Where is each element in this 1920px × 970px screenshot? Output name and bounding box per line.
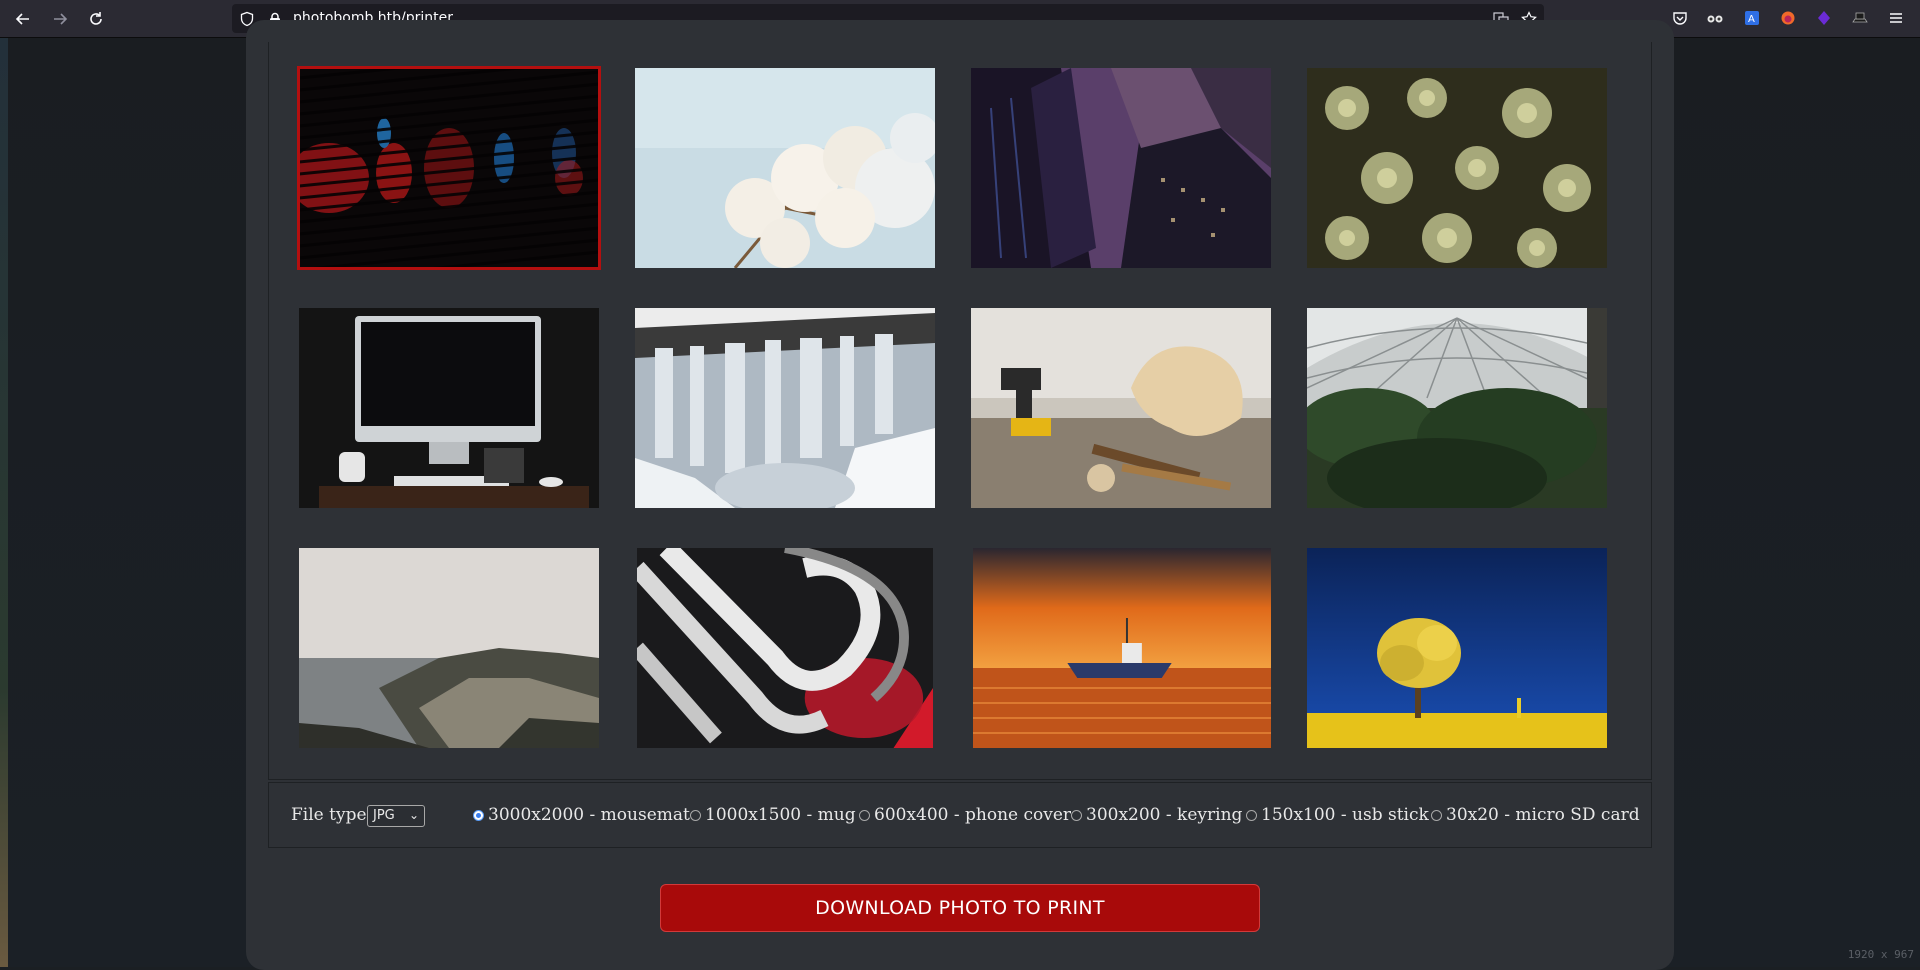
photo-succulents[interactable]: [1307, 68, 1607, 268]
size-label-usb-stick: 150x100 - usb stick: [1261, 805, 1429, 825]
file-type-value: JPG: [373, 808, 395, 823]
photo-red-neon-blinds[interactable]: [297, 66, 601, 270]
pocket-icon[interactable]: [1670, 8, 1690, 28]
extension-translate-icon[interactable]: A: [1742, 8, 1762, 28]
extension-glasses-icon[interactable]: [1705, 8, 1725, 28]
photo-skyscrapers[interactable]: [971, 68, 1271, 268]
size-label-phone-cover: 600x400 - phone cover: [874, 805, 1072, 825]
extension-hat-icon[interactable]: [1850, 8, 1870, 28]
print-options-bar: File type JPG ⌄ 3000x2000 - mousemat 100…: [268, 782, 1652, 848]
file-type-label: File type: [291, 805, 367, 825]
size-option-keyring[interactable]: 300x200 - keyring: [1071, 805, 1242, 825]
size-radio-micro-sd[interactable]: [1431, 809, 1442, 821]
forward-icon[interactable]: [48, 7, 72, 31]
size-option-mousemat[interactable]: 3000x2000 - mousemat: [473, 805, 690, 825]
extension-purple-icon[interactable]: [1814, 8, 1834, 28]
size-label-mug: 1000x1500 - mug: [705, 805, 856, 825]
size-radio-usb-stick[interactable]: [1246, 809, 1257, 821]
size-option-phone-cover[interactable]: 600x400 - phone cover: [859, 805, 1071, 825]
size-label-keyring: 300x200 - keyring: [1086, 805, 1243, 825]
size-radio-keyring[interactable]: [1071, 809, 1082, 821]
photo-magnolia[interactable]: [635, 68, 935, 268]
chevron-down-icon: ⌄: [408, 808, 419, 822]
photo-yellow-tree[interactable]: [1307, 548, 1607, 748]
photo-desktop-computer[interactable]: [299, 308, 599, 508]
extension-firefox-icon[interactable]: [1778, 8, 1798, 28]
size-option-micro-sd[interactable]: 30x20 - micro SD card: [1431, 805, 1640, 825]
photo-misty-coast[interactable]: [299, 548, 599, 748]
file-type-select[interactable]: JPG ⌄: [367, 805, 425, 827]
screen-dimensions-label: 1920 x 967: [1847, 948, 1914, 961]
size-radio-mug[interactable]: [690, 809, 701, 821]
photo-woodworking-tools[interactable]: [971, 308, 1271, 508]
size-label-micro-sd: 30x20 - micro SD card: [1446, 805, 1640, 825]
photo-greenhouse[interactable]: [1307, 308, 1607, 508]
desktop-edge: [0, 38, 8, 967]
photo-boat-sunset[interactable]: [973, 548, 1271, 748]
menu-icon[interactable]: [1886, 8, 1906, 28]
photo-abstract-chrome[interactable]: [637, 548, 933, 748]
reload-icon[interactable]: [84, 7, 108, 31]
svg-text:A: A: [1748, 14, 1755, 25]
size-radio-mousemat[interactable]: [473, 809, 484, 821]
size-radio-phone-cover[interactable]: [859, 809, 870, 821]
photo-frozen-waterfall[interactable]: [635, 308, 935, 508]
photo-gallery: [268, 42, 1652, 780]
download-photo-button[interactable]: DOWNLOAD PHOTO TO PRINT: [660, 884, 1260, 932]
size-option-usb-stick[interactable]: 150x100 - usb stick: [1246, 805, 1429, 825]
size-option-mug[interactable]: 1000x1500 - mug: [690, 805, 856, 825]
size-label-mousemat: 3000x2000 - mousemat: [488, 805, 690, 825]
back-icon[interactable]: [11, 7, 35, 31]
